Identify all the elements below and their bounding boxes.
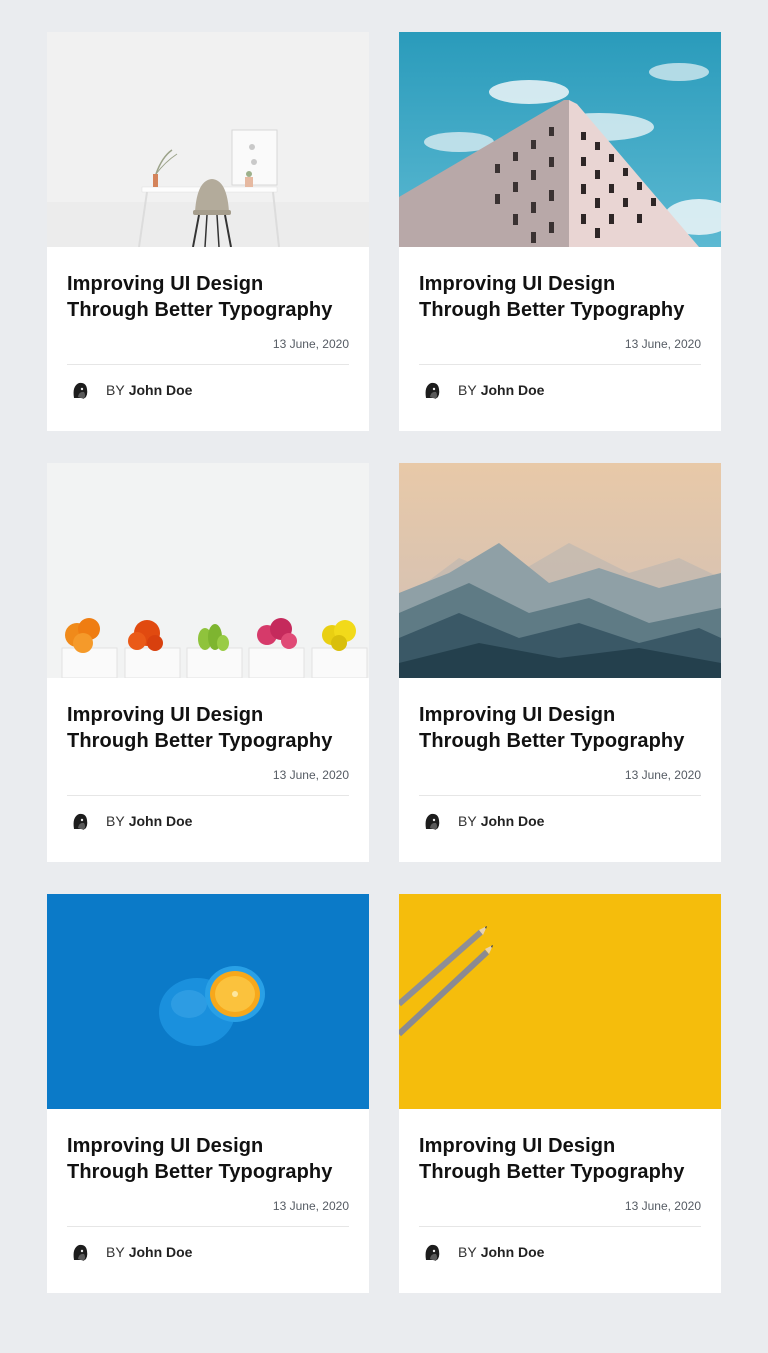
card-divider bbox=[419, 364, 701, 365]
card-date: 13 June, 2020 bbox=[272, 768, 349, 782]
card-date: 13 June, 2020 bbox=[624, 768, 701, 782]
blog-card[interactable]: Improving UI Design Through Better Typog… bbox=[399, 894, 721, 1293]
card-title[interactable]: Improving UI Design Through Better Typog… bbox=[67, 271, 349, 323]
card-author[interactable]: BY John Doe bbox=[419, 1239, 701, 1265]
author-name[interactable]: John Doe bbox=[129, 813, 193, 829]
card-body: Improving UI Design Through Better Typog… bbox=[399, 678, 721, 862]
building-sky-image[interactable] bbox=[399, 32, 721, 247]
author-by-label: BY bbox=[106, 382, 125, 398]
author-name[interactable]: John Doe bbox=[481, 813, 545, 829]
blue-orange-image[interactable] bbox=[47, 894, 369, 1109]
blog-card[interactable]: Improving UI Design Through Better Typog… bbox=[47, 894, 369, 1293]
desk-chair-image[interactable] bbox=[47, 32, 369, 247]
blog-card[interactable]: Improving UI Design Through Better Typog… bbox=[399, 463, 721, 862]
blog-card[interactable]: Improving UI Design Through Better Typog… bbox=[47, 32, 369, 431]
card-body: Improving UI Design Through Better Typog… bbox=[47, 1109, 369, 1293]
card-divider bbox=[67, 364, 349, 365]
card-author[interactable]: BY John Doe bbox=[67, 808, 349, 834]
card-author[interactable]: BY John Doe bbox=[419, 377, 701, 403]
card-date: 13 June, 2020 bbox=[272, 337, 349, 351]
avatar bbox=[67, 808, 93, 834]
card-date: 13 June, 2020 bbox=[624, 337, 701, 351]
card-divider bbox=[67, 795, 349, 796]
author-by-label: BY bbox=[106, 813, 125, 829]
avatar bbox=[67, 1239, 93, 1265]
card-body: Improving UI Design Through Better Typog… bbox=[47, 247, 369, 431]
card-body: Improving UI Design Through Better Typog… bbox=[399, 247, 721, 431]
card-divider bbox=[419, 1226, 701, 1227]
card-title[interactable]: Improving UI Design Through Better Typog… bbox=[419, 271, 701, 323]
card-body: Improving UI Design Through Better Typog… bbox=[399, 1109, 721, 1293]
author-name[interactable]: John Doe bbox=[481, 382, 545, 398]
mountains-image[interactable] bbox=[399, 463, 721, 678]
pencils-yellow-image[interactable] bbox=[399, 894, 721, 1109]
avatar bbox=[67, 377, 93, 403]
author-by-label: BY bbox=[458, 1244, 477, 1260]
author-name[interactable]: John Doe bbox=[129, 382, 193, 398]
blog-card[interactable]: Improving UI Design Through Better Typog… bbox=[399, 32, 721, 431]
blog-card[interactable]: Improving UI Design Through Better Typog… bbox=[47, 463, 369, 862]
card-title[interactable]: Improving UI Design Through Better Typog… bbox=[419, 1133, 701, 1185]
card-author[interactable]: BY John Doe bbox=[67, 377, 349, 403]
card-title[interactable]: Improving UI Design Through Better Typog… bbox=[419, 702, 701, 754]
avatar bbox=[419, 808, 445, 834]
author-by-label: BY bbox=[458, 382, 477, 398]
card-title[interactable]: Improving UI Design Through Better Typog… bbox=[67, 702, 349, 754]
blog-card-grid: Improving UI Design Through Better Typog… bbox=[47, 32, 721, 1293]
card-date: 13 June, 2020 bbox=[624, 1199, 701, 1213]
card-date: 13 June, 2020 bbox=[272, 1199, 349, 1213]
author-name[interactable]: John Doe bbox=[481, 1244, 545, 1260]
card-title[interactable]: Improving UI Design Through Better Typog… bbox=[67, 1133, 349, 1185]
card-body: Improving UI Design Through Better Typog… bbox=[47, 678, 369, 862]
card-author[interactable]: BY John Doe bbox=[67, 1239, 349, 1265]
cactus-pots-image[interactable] bbox=[47, 463, 369, 678]
card-author[interactable]: BY John Doe bbox=[419, 808, 701, 834]
author-name[interactable]: John Doe bbox=[129, 1244, 193, 1260]
avatar bbox=[419, 377, 445, 403]
card-divider bbox=[419, 795, 701, 796]
author-by-label: BY bbox=[458, 813, 477, 829]
avatar bbox=[419, 1239, 445, 1265]
author-by-label: BY bbox=[106, 1244, 125, 1260]
card-divider bbox=[67, 1226, 349, 1227]
